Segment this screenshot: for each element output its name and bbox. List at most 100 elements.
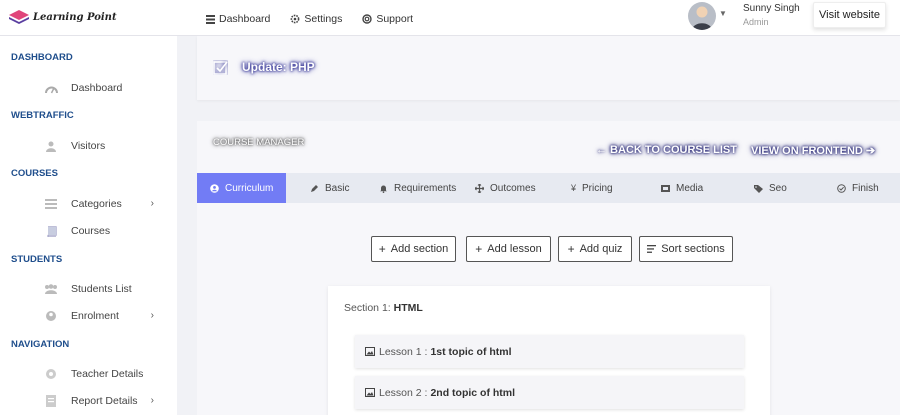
gear-icon <box>290 14 300 24</box>
topnav-settings[interactable]: Settings <box>290 13 342 25</box>
course-manager-title: COURSE MANAGER <box>213 137 305 148</box>
sidebar-item-label: Teacher Details <box>71 368 144 380</box>
chevron-right-icon: › <box>150 310 154 321</box>
button-label: Add quiz <box>579 243 623 255</box>
tab-label: Outcomes <box>490 182 536 194</box>
tab-label: Finish <box>852 182 879 194</box>
sidebar: DASHBOARD Dashboard WEBTRAFFIC Visitors … <box>0 36 177 415</box>
tab-label: Media <box>676 182 704 194</box>
tab-label: Basic <box>325 182 350 194</box>
sidebar-item-label: Visitors <box>71 140 106 152</box>
section-name: HTML <box>393 302 423 314</box>
sidebar-item-label: Dashboard <box>71 82 123 94</box>
sidebar-item-teacher-details[interactable]: Teacher Details <box>44 365 164 383</box>
list-icon <box>206 14 215 24</box>
topnav-dashboard[interactable]: Dashboard <box>206 13 270 25</box>
course-manager-card: COURSE MANAGER ← BACK TO COURSE LIST VIE… <box>197 121 900 415</box>
yen-icon: ¥ <box>571 183 577 193</box>
book-icon <box>44 225 58 237</box>
tab-outcomes[interactable]: Outcomes <box>475 173 536 203</box>
chevron-down-icon[interactable]: ▼ <box>719 9 727 18</box>
move-icon <box>475 183 484 193</box>
tab-basic[interactable]: Basic <box>310 173 349 203</box>
tab-media[interactable]: Media <box>661 173 703 203</box>
tag-icon <box>754 184 763 193</box>
topnav-label: Settings <box>304 13 343 25</box>
edit-square-icon <box>213 60 228 78</box>
course-tabs: Curriculum Basic Requirements Outcomes ¥… <box>197 173 900 203</box>
sort-sections-button[interactable]: Sort sections <box>639 236 733 262</box>
top-nav: Dashboard Settings Support <box>206 13 433 25</box>
avatar[interactable] <box>688 2 716 30</box>
lesson-item[interactable]: Lesson 1 : 1st topic of html <box>355 335 744 368</box>
add-section-button[interactable]: + Add section <box>371 236 456 262</box>
logo[interactable]: Learning Point <box>8 9 117 25</box>
sidebar-item-courses[interactable]: Courses <box>44 222 164 240</box>
back-to-course-list-link[interactable]: ← BACK TO COURSE LIST <box>596 144 737 156</box>
add-lesson-button[interactable]: + Add lesson <box>466 236 551 262</box>
check-circle-icon <box>837 183 846 193</box>
plus-icon: + <box>567 242 575 256</box>
sidebar-item-report-details[interactable]: Report Details › <box>44 392 164 410</box>
visit-website-button[interactable]: Visit website <box>813 2 886 28</box>
sidebar-item-label: Report Details <box>71 395 138 407</box>
user-plus-icon <box>44 310 58 322</box>
sidebar-item-students-list[interactable]: Students List <box>44 280 164 298</box>
page-title: Update: PHP <box>242 60 315 74</box>
tab-label: Curriculum <box>225 182 274 194</box>
layers-icon <box>44 199 58 209</box>
section-card: Section 1: HTML Lesson 1 : 1st topic of … <box>328 286 770 415</box>
report-icon <box>44 395 58 407</box>
dashboard-icon <box>44 83 58 94</box>
circle-user-icon <box>210 183 219 193</box>
plus-icon: + <box>475 242 483 256</box>
topnav-label: Support <box>376 13 414 25</box>
chevron-right-icon: › <box>150 395 154 406</box>
tab-seo[interactable]: Seo <box>754 173 787 203</box>
top-bar: Learning Point Dashboard Settings Suppor… <box>0 0 900 36</box>
sidebar-item-enrolment[interactable]: Enrolment › <box>44 307 164 325</box>
lesson-prefix: Lesson 2 : <box>379 386 428 399</box>
lesson-item[interactable]: Lesson 2 : 2nd topic of html <box>355 376 744 409</box>
add-quiz-button[interactable]: + Add quiz <box>558 236 632 262</box>
topnav-support[interactable]: Support <box>362 13 413 25</box>
sidebar-heading-webtraffic: WEBTRAFFIC <box>11 110 74 121</box>
tab-label: Requirements <box>394 182 457 194</box>
globe-icon <box>44 368 58 380</box>
logo-icon <box>9 10 29 24</box>
image-icon <box>365 347 375 356</box>
sidebar-heading-navigation: NAVIGATION <box>11 339 70 350</box>
sidebar-item-visitors[interactable]: Visitors <box>44 137 164 155</box>
sidebar-item-dashboard[interactable]: Dashboard <box>44 79 164 97</box>
tab-pricing[interactable]: ¥ Pricing <box>571 173 613 203</box>
users-icon <box>44 141 58 152</box>
lesson-title: 1st topic of html <box>430 345 512 358</box>
plus-icon: + <box>378 242 386 256</box>
user-role: Admin <box>743 17 769 27</box>
view-on-frontend-link[interactable]: VIEW ON FRONTEND ➔ <box>751 144 875 157</box>
button-label: Add lesson <box>487 243 542 255</box>
logo-text: Learning Point <box>33 11 117 23</box>
sidebar-heading-dashboard: DASHBOARD <box>11 52 73 63</box>
sidebar-item-label: Categories <box>71 198 122 210</box>
tab-requirements[interactable]: Requirements <box>379 173 456 203</box>
sidebar-item-categories[interactable]: Categories › <box>44 195 164 213</box>
media-icon <box>661 184 670 192</box>
sidebar-item-label: Courses <box>71 225 111 237</box>
lesson-prefix: Lesson 1 : <box>379 345 428 358</box>
lesson-title: 2nd topic of html <box>430 386 516 399</box>
sidebar-heading-courses: COURSES <box>11 168 58 179</box>
group-icon <box>44 284 58 294</box>
bell-icon <box>380 185 387 193</box>
update-header-card: Update: PHP <box>197 36 900 100</box>
tab-curriculum[interactable]: Curriculum <box>197 173 286 203</box>
sidebar-item-label: Enrolment <box>71 310 119 322</box>
tab-label: Pricing <box>582 182 613 194</box>
user-avatar-icon <box>692 6 712 30</box>
sort-icon <box>647 245 657 253</box>
section-title: Section 1: HTML <box>344 302 423 314</box>
sidebar-item-label: Students List <box>71 283 132 295</box>
chevron-right-icon: › <box>150 198 154 209</box>
tab-finish[interactable]: Finish <box>837 173 879 203</box>
topnav-label: Dashboard <box>219 13 271 25</box>
